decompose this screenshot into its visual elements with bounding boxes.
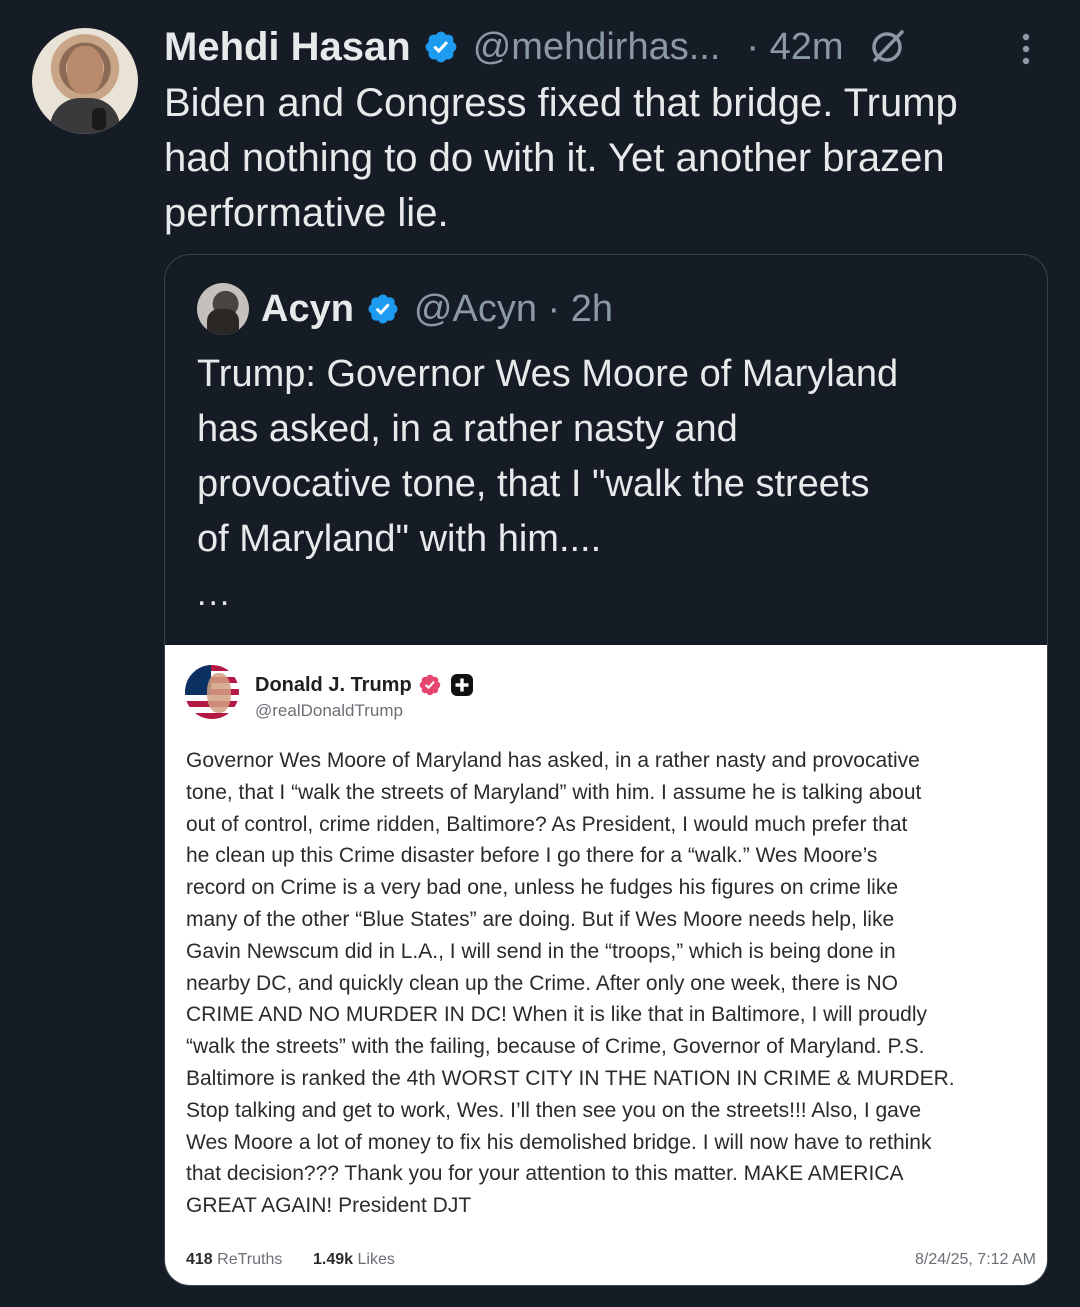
retruths-stat: 418 ReTruths [186,1251,282,1269]
embedded-post-footer: 418 ReTruths 1.49k Likes 8/24/25, 7:12 A… [186,1251,1036,1273]
retruths-count: 418 [186,1251,213,1268]
quoted-author-avatar [197,283,249,335]
likes-stat: 1.49k Likes [313,1251,395,1269]
embedded-author-handle: @realDonaldTrump [255,701,403,720]
likes-label: Likes [357,1251,395,1268]
verified-badge-icon [425,31,457,63]
author-handle[interactable]: @mehdirhas... [473,26,721,69]
quoted-author-name: Acyn [261,287,354,330]
quoted-author-handle: @Acyn · 2h [413,287,614,330]
embedded-author-name: Donald J. Trump [255,673,412,696]
quoted-tweet-text: Trump: Governor Wes Moore of Maryland ha… [197,353,899,560]
verified-badge-icon [368,294,398,324]
author-name[interactable]: Mehdi Hasan [164,25,411,70]
tweet-view: Mehdi Hasan @mehdirhas... · 42m Biden an… [0,0,1080,1307]
quoted-tweet-truncation: ... [197,575,232,613]
author-avatar[interactable] [32,28,138,134]
embedded-post-date: 8/24/25, 7:12 AM [915,1251,1036,1268]
retruths-label: ReTruths [217,1251,283,1268]
tweet-timestamp[interactable]: · 42m [746,26,843,69]
embedded-author-avatar [185,665,239,719]
tweet-header: Mehdi Hasan @mehdirhas... · 42m [164,18,908,76]
quoted-tweet-card[interactable]: Acyn @Acyn · 2h Trump: Governor Wes Moor… [164,254,1048,1286]
embedded-post-header: Donald J. Trump [255,671,474,699]
embedded-post-text: Governor Wes Moore of Maryland has asked… [186,749,955,1218]
plus-badge-icon [450,674,473,696]
tweet-text: Biden and Congress fixed that bridge. Tr… [164,81,958,235]
grok-icon[interactable] [866,26,908,68]
likes-count: 1.49k [313,1251,354,1268]
embedded-post-image[interactable]: Donald J. Trump @realDonaldTrump Governo… [165,645,1047,1285]
verified-badge-icon [419,674,440,696]
more-options-icon[interactable] [1016,30,1036,70]
quoted-tweet-header: Acyn @Acyn · 2h [197,281,613,337]
